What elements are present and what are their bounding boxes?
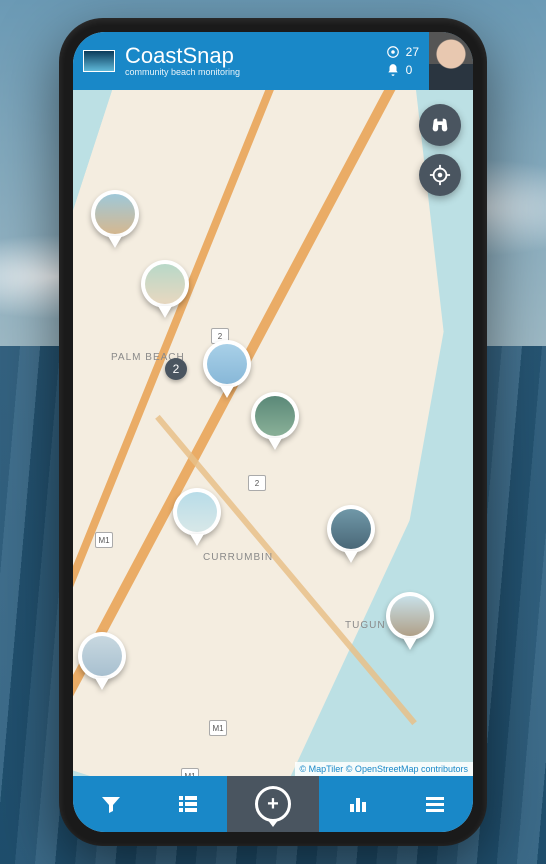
points-icon <box>386 45 400 59</box>
route-shield: M1 <box>95 532 113 548</box>
place-label: TUGUN <box>345 620 386 631</box>
points-stat[interactable]: 27 <box>386 45 419 59</box>
map-pin[interactable] <box>141 260 189 318</box>
grid-icon <box>176 792 200 816</box>
app-logo-icon <box>83 50 115 72</box>
bar-chart-icon <box>346 792 370 816</box>
map-pin[interactable] <box>91 190 139 248</box>
notifications-stat[interactable]: 0 <box>386 63 419 77</box>
add-pin-icon: + <box>255 786 291 822</box>
menu-icon <box>423 792 447 816</box>
nav-grid[interactable] <box>150 776 227 832</box>
nav-add-snap[interactable]: + <box>227 776 319 832</box>
route-shield: 2 <box>248 475 266 491</box>
map-pin[interactable] <box>386 592 434 650</box>
map-view[interactable]: PALM BEACHCURRUMBINTUGUN 22M1M1M1 2 © Ma… <box>73 90 473 776</box>
map-pin[interactable] <box>173 488 221 546</box>
map-pin[interactable] <box>251 392 299 450</box>
points-value: 27 <box>406 45 419 59</box>
app-screen: CoastSnap community beach monitoring 27 … <box>73 32 473 832</box>
map-pin[interactable] <box>203 340 251 398</box>
nav-filter[interactable] <box>73 776 150 832</box>
place-label: CURRUMBIN <box>203 552 273 563</box>
map-pin[interactable] <box>327 505 375 563</box>
bottom-nav: + <box>73 776 473 832</box>
binoculars-icon <box>429 114 451 136</box>
app-subtitle: community beach monitoring <box>125 68 376 78</box>
bell-icon <box>386 63 400 77</box>
nav-stats[interactable] <box>319 776 396 832</box>
app-title-block: CoastSnap community beach monitoring <box>125 44 376 78</box>
map-attribution[interactable]: © MapTiler © OpenStreetMap contributors <box>295 762 474 776</box>
phone-frame: CoastSnap community beach monitoring 27 … <box>59 18 487 846</box>
app-title: CoastSnap <box>125 44 376 68</box>
locate-button[interactable] <box>419 154 461 196</box>
locate-icon <box>429 164 451 186</box>
route-shield: M1 <box>209 720 227 736</box>
filter-icon <box>99 792 123 816</box>
cluster-badge[interactable]: 2 <box>165 358 187 380</box>
notifications-value: 0 <box>406 63 413 77</box>
user-avatar[interactable] <box>429 32 473 90</box>
map-pin[interactable] <box>78 632 126 690</box>
app-header: CoastSnap community beach monitoring 27 … <box>73 32 473 90</box>
route-shield: M1 <box>181 768 199 776</box>
nav-menu[interactable] <box>396 776 473 832</box>
header-stats: 27 0 <box>376 45 429 77</box>
binoculars-button[interactable] <box>419 104 461 146</box>
